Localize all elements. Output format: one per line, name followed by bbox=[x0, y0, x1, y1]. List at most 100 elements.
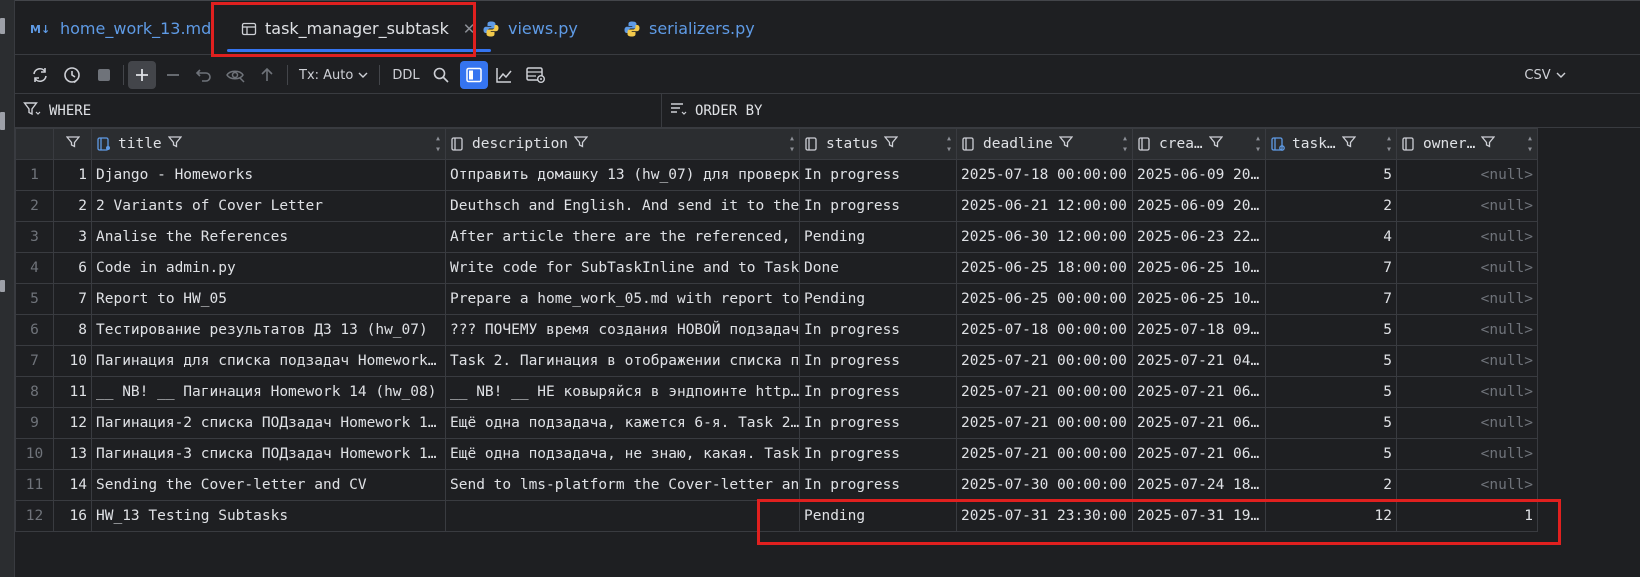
cell-description[interactable]: Prepare a home_work_05.md with report to… bbox=[445, 283, 800, 315]
cell-deadline[interactable]: 2025-07-18 00:00:00 bbox=[956, 314, 1133, 346]
revert-icon[interactable] bbox=[191, 61, 217, 89]
cell-task[interactable]: 12 bbox=[1265, 500, 1397, 532]
cell-owner[interactable]: 1 bbox=[1396, 500, 1538, 532]
column-header-description[interactable]: description ▴ ▾ bbox=[445, 128, 800, 160]
cell-task[interactable]: 5 bbox=[1265, 438, 1397, 470]
cell-status[interactable]: Pending bbox=[799, 500, 957, 532]
close-icon[interactable]: ✕ bbox=[463, 20, 476, 38]
table-row[interactable]: 7 10 Пагинация для списка подзадач Homewor… bbox=[15, 345, 1538, 377]
row-number[interactable]: 5 bbox=[15, 283, 54, 315]
cell-status[interactable]: In progress bbox=[799, 190, 957, 222]
cell-title[interactable]: Sending the Cover-letter and CV bbox=[91, 469, 446, 501]
tab-views-py[interactable]: views.py bbox=[482, 1, 578, 56]
cell-id[interactable]: 14 bbox=[53, 469, 92, 501]
cell-id[interactable]: 10 bbox=[53, 345, 92, 377]
table-row[interactable]: 6 8 Тестирование результатов ДЗ 13 (hw_07)… bbox=[15, 314, 1538, 346]
cell-task[interactable]: 5 bbox=[1265, 376, 1397, 408]
add-row-icon[interactable] bbox=[128, 61, 156, 89]
cell-description[interactable] bbox=[445, 500, 800, 532]
table-row[interactable]: 8 11 __ NB! __ Пагинация Homework 14 (hw_0… bbox=[15, 376, 1538, 408]
submit-icon[interactable] bbox=[255, 61, 279, 89]
preview-icon[interactable] bbox=[223, 61, 249, 89]
cell-task[interactable]: 5 bbox=[1265, 314, 1397, 346]
where-filter[interactable]: WHERE bbox=[23, 94, 91, 128]
filter-icon[interactable] bbox=[884, 135, 899, 153]
cell-description[interactable]: ??? ПОЧЕМУ время создания НОВОЙ подзадач… bbox=[445, 314, 800, 346]
cell-task[interactable]: 4 bbox=[1265, 221, 1397, 253]
cell-task[interactable]: 7 bbox=[1265, 283, 1397, 315]
delete-row-icon[interactable] bbox=[161, 61, 185, 89]
cell-id[interactable]: 2 bbox=[53, 190, 92, 222]
sort-arrows-icon[interactable]: ▴ ▾ bbox=[946, 133, 952, 155]
cell-id[interactable]: 11 bbox=[53, 376, 92, 408]
table-row[interactable]: 12 16 HW_13 Testing Subtasks Pending 2025-07… bbox=[15, 500, 1538, 532]
cell-status[interactable]: In progress bbox=[799, 407, 957, 439]
cell-deadline[interactable]: 2025-07-21 00:00:00 bbox=[956, 345, 1133, 377]
cell-task[interactable]: 5 bbox=[1265, 407, 1397, 439]
table-row[interactable]: 10 13 Пагинация-3 списка ПОДзадач Homework… bbox=[15, 438, 1538, 470]
cell-status[interactable]: Pending bbox=[799, 221, 957, 253]
filter-icon[interactable] bbox=[1208, 135, 1224, 153]
tool-marker[interactable] bbox=[0, 280, 5, 292]
cell-title[interactable]: Django - Homeworks bbox=[91, 159, 446, 191]
cell-status[interactable]: Pending bbox=[799, 283, 957, 315]
cell-created[interactable]: 2025-07-21 04… bbox=[1132, 345, 1266, 377]
order-by-filter[interactable]: ORDER BY bbox=[669, 94, 762, 128]
cell-created[interactable]: 2025-06-25 10… bbox=[1132, 252, 1266, 284]
row-number[interactable]: 7 bbox=[15, 345, 54, 377]
cell-status[interactable]: In progress bbox=[799, 159, 957, 191]
column-header-created[interactable]: crea… ▴ ▾ bbox=[1132, 128, 1266, 160]
cell-id[interactable]: 6 bbox=[53, 252, 92, 284]
cell-task[interactable]: 7 bbox=[1265, 252, 1397, 284]
cell-description[interactable]: Ещё одна подзадача, не знаю, какая. Task… bbox=[445, 438, 800, 470]
cell-owner[interactable]: <null> bbox=[1396, 252, 1538, 284]
cell-id[interactable]: 8 bbox=[53, 314, 92, 346]
cell-status[interactable]: In progress bbox=[799, 345, 957, 377]
id-header[interactable] bbox=[53, 128, 92, 160]
row-number[interactable]: 10 bbox=[15, 438, 54, 470]
cell-description[interactable]: Ещё одна подзадача, кажется 6-я. Task 2… bbox=[445, 407, 800, 439]
tool-marker[interactable] bbox=[0, 112, 5, 130]
filter-icon[interactable] bbox=[167, 135, 183, 153]
cell-owner[interactable]: <null> bbox=[1396, 190, 1538, 222]
cell-title[interactable]: Пагинация-2 списка ПОДзадач Homework 14 … bbox=[91, 407, 446, 439]
cell-owner[interactable]: <null> bbox=[1396, 407, 1538, 439]
cell-deadline[interactable]: 2025-06-30 12:00:00 bbox=[956, 221, 1133, 253]
cell-created[interactable]: 2025-07-21 06… bbox=[1132, 407, 1266, 439]
stop-icon[interactable] bbox=[91, 61, 117, 89]
cell-description[interactable]: Отправить домашку 13 (hw_07) для проверк… bbox=[445, 159, 800, 191]
row-number[interactable]: 9 bbox=[15, 407, 54, 439]
cell-owner[interactable]: <null> bbox=[1396, 345, 1538, 377]
filter-icon[interactable] bbox=[65, 135, 81, 153]
table-settings-icon[interactable] bbox=[523, 61, 549, 89]
cell-title[interactable]: Пагинация-3 списка ПОДзадач Homework 14 … bbox=[91, 438, 446, 470]
sort-arrows-icon[interactable]: ▴ ▾ bbox=[435, 133, 441, 155]
cell-owner[interactable]: <null> bbox=[1396, 314, 1538, 346]
cell-status[interactable]: In progress bbox=[799, 376, 957, 408]
filter-icon[interactable] bbox=[1058, 135, 1074, 153]
cell-deadline[interactable]: 2025-06-25 18:00:00 bbox=[956, 252, 1133, 284]
cell-created[interactable]: 2025-07-31 19… bbox=[1132, 500, 1266, 532]
cell-created[interactable]: 2025-07-24 18… bbox=[1132, 469, 1266, 501]
cell-deadline[interactable]: 2025-07-31 23:30:00 bbox=[956, 500, 1133, 532]
column-header-owner[interactable]: owner… ▴ ▾ bbox=[1396, 128, 1538, 160]
row-number[interactable]: 2 bbox=[15, 190, 54, 222]
history-icon[interactable] bbox=[59, 61, 85, 89]
sort-arrows-icon[interactable]: ▴ ▾ bbox=[1122, 133, 1128, 155]
cell-id[interactable]: 13 bbox=[53, 438, 92, 470]
filter-icon[interactable] bbox=[1341, 135, 1357, 153]
cell-description[interactable]: Deuthsch and English. And send it to the… bbox=[445, 190, 800, 222]
row-number[interactable]: 6 bbox=[15, 314, 54, 346]
cell-id[interactable]: 16 bbox=[53, 500, 92, 532]
cell-title[interactable]: Code in admin.py bbox=[91, 252, 446, 284]
cell-id[interactable]: 3 bbox=[53, 221, 92, 253]
cell-created[interactable]: 2025-07-18 09… bbox=[1132, 314, 1266, 346]
table-row[interactable]: 11 14 Sending the Cover-letter and CV Send … bbox=[15, 469, 1538, 501]
cell-created[interactable]: 2025-06-09 20… bbox=[1132, 190, 1266, 222]
cell-task[interactable]: 2 bbox=[1265, 190, 1397, 222]
cell-task[interactable]: 5 bbox=[1265, 159, 1397, 191]
cell-deadline[interactable]: 2025-06-21 12:00:00 bbox=[956, 190, 1133, 222]
cell-description[interactable]: Send to lms-platform the Cover-letter an… bbox=[445, 469, 800, 501]
cell-created[interactable]: 2025-06-23 22… bbox=[1132, 221, 1266, 253]
row-number[interactable]: 8 bbox=[15, 376, 54, 408]
